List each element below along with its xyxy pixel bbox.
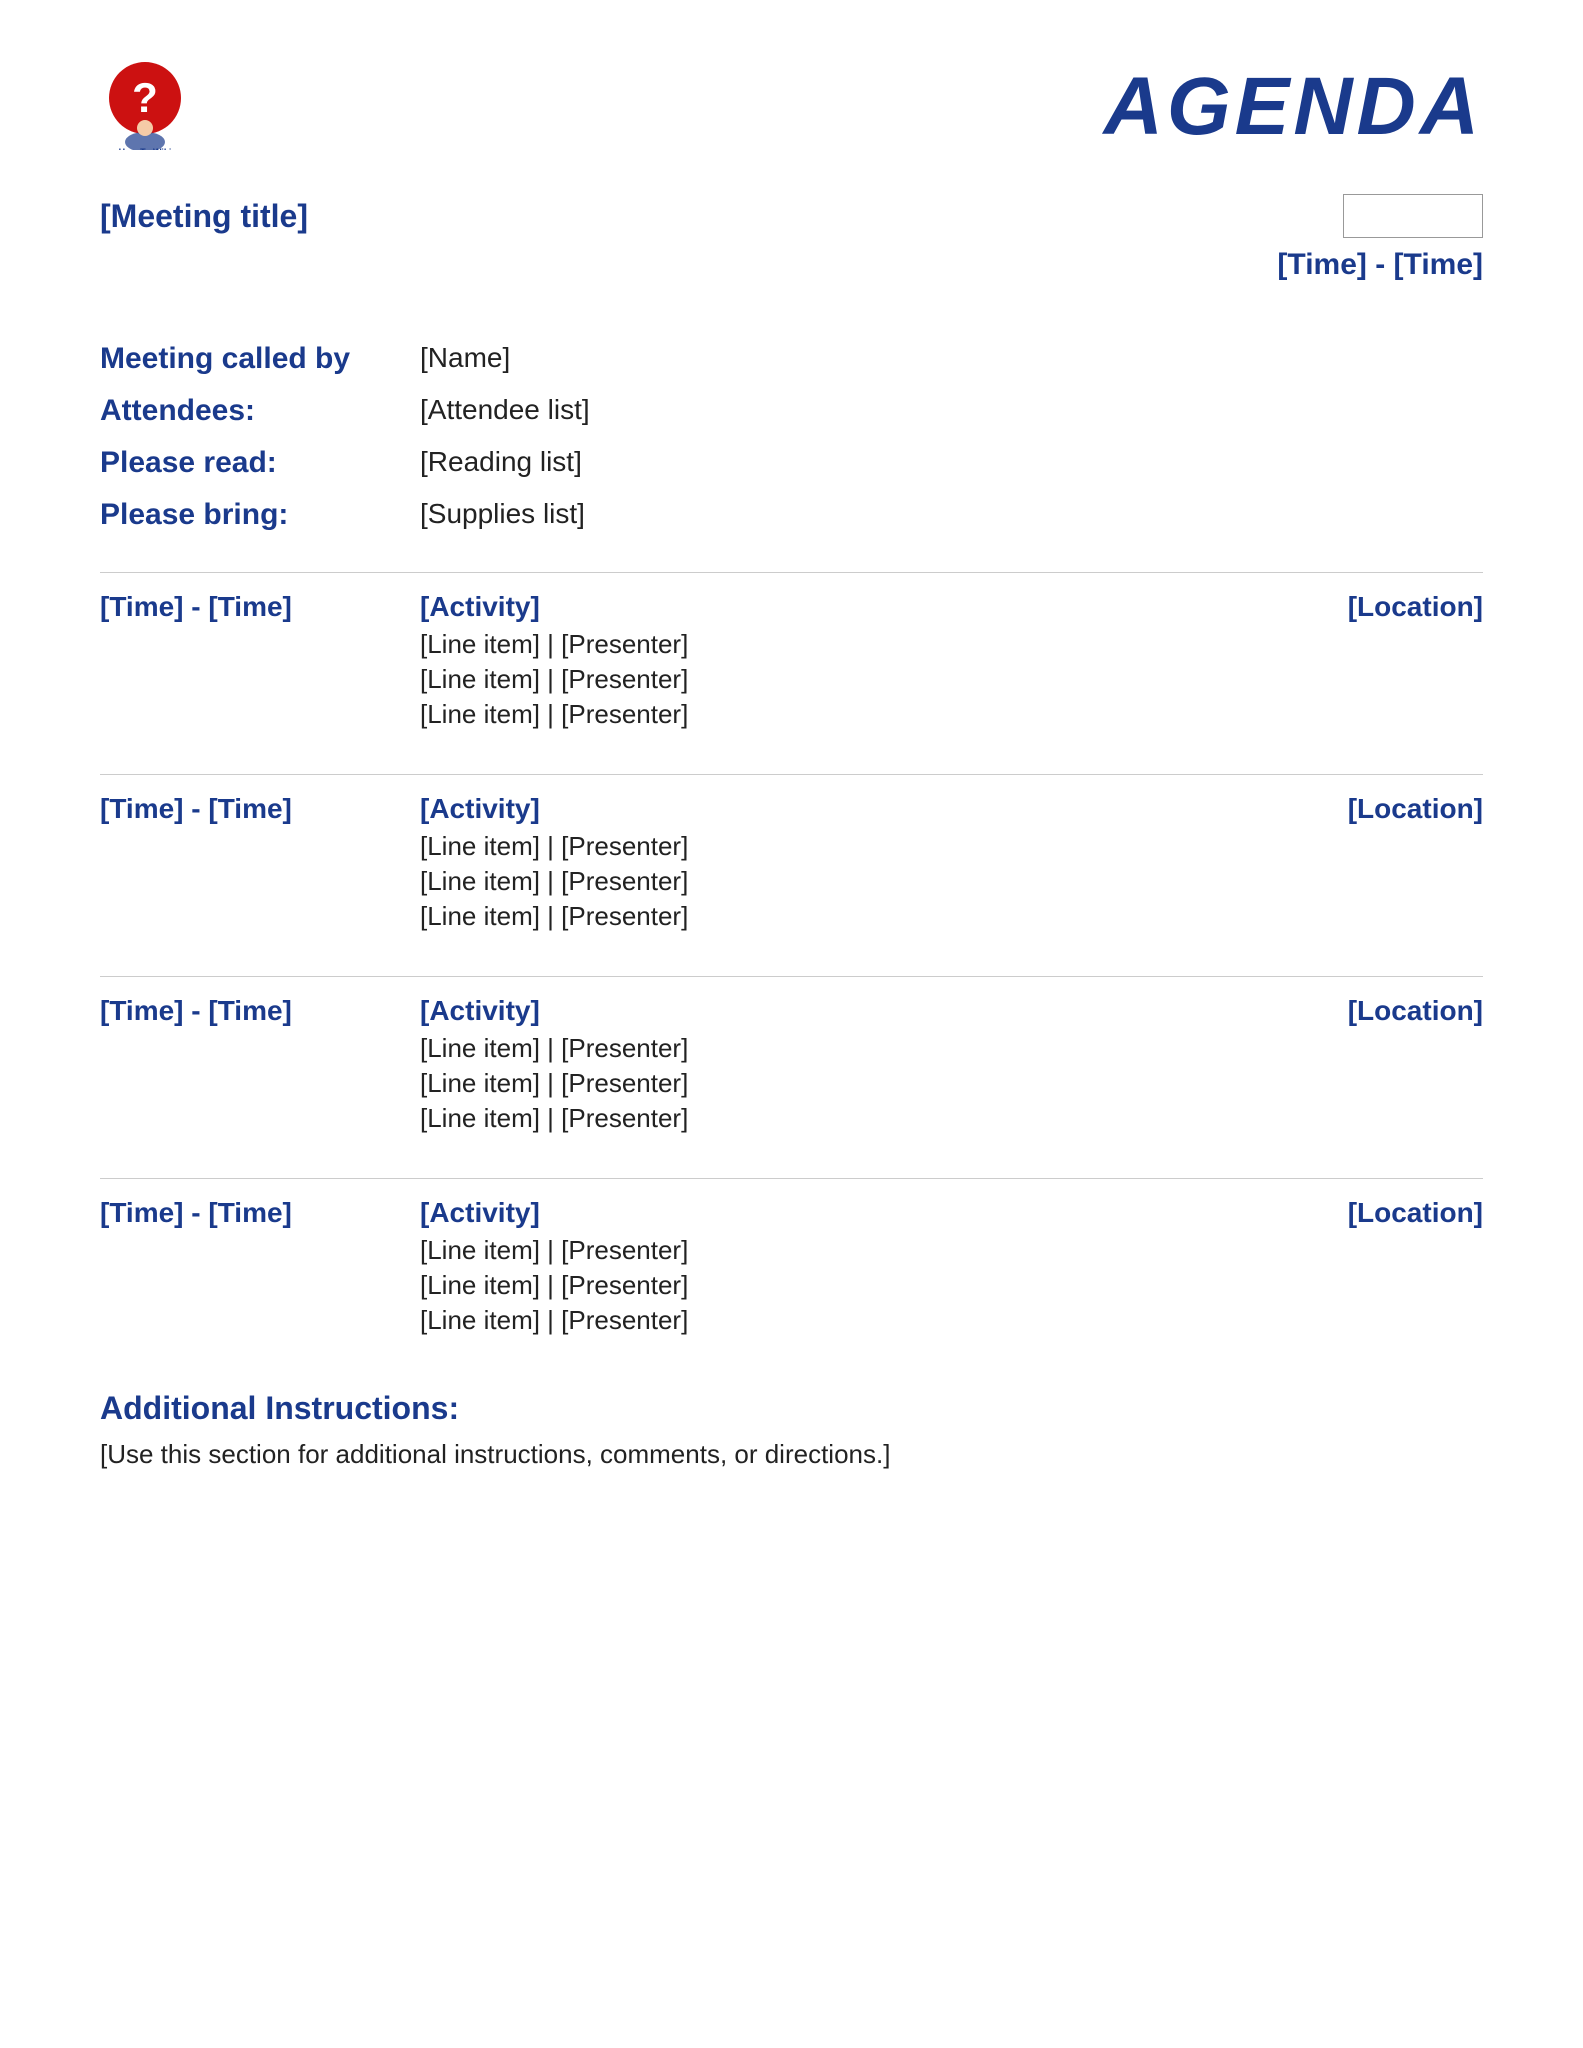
please-read-value: [Reading list] — [420, 446, 582, 478]
schedule-activity: [Activity] — [420, 995, 1223, 1027]
meeting-title-row: [Meeting title] — [100, 194, 1483, 238]
additional-instructions-section: Additional Instructions: [Use this secti… — [100, 1390, 1483, 1470]
attendees-row: Attendees: [Attendee list] — [100, 394, 1483, 428]
schedule-line-item: [Line item] | [Presenter] — [420, 1270, 1223, 1301]
schedule-line-item: [Line item] | [Presenter] — [420, 1235, 1223, 1266]
schedule-middle: [Activity] [Line item] | [Presenter] [Line… — [420, 995, 1223, 1138]
schedule-line-item: [Line item] | [Presenter] — [420, 901, 1223, 932]
schedule-location: [Location] — [1223, 591, 1483, 623]
svg-text:How To Wiki: How To Wiki — [119, 147, 172, 150]
meeting-called-by-label: Meeting called by — [100, 342, 420, 376]
additional-instructions-text: [Use this section for additional instruc… — [100, 1439, 1483, 1470]
please-read-label: Please read: — [100, 446, 420, 480]
schedule-location: [Location] — [1223, 995, 1483, 1027]
logo-area: ? How To Wiki — [100, 60, 190, 150]
please-bring-label: Please bring: — [100, 498, 420, 532]
schedule-middle: [Activity] [Line item] | [Presenter] [Line… — [420, 591, 1223, 734]
please-bring-value: [Supplies list] — [420, 498, 585, 530]
schedule-line-item: [Line item] | [Presenter] — [420, 1033, 1223, 1064]
schedule-section: [Time] - [Time][Activity][Line item] | [… — [100, 572, 1483, 1340]
time-range-header-row: [Time] - [Time] — [100, 248, 1483, 282]
schedule-middle: [Activity] [Line item] | [Presenter] [Line… — [420, 1197, 1223, 1340]
schedule-line-item: [Line item] | [Presenter] — [420, 1103, 1223, 1134]
meeting-title-label: [Meeting title] — [100, 198, 308, 235]
header: ? How To Wiki AGENDA — [100, 60, 1483, 154]
please-read-row: Please read: [Reading list] — [100, 446, 1483, 480]
schedule-activity: [Activity] — [420, 793, 1223, 825]
agenda-title: AGENDA — [1104, 60, 1483, 154]
svg-text:?: ? — [132, 74, 158, 121]
attendees-label: Attendees: — [100, 394, 420, 428]
schedule-line-item: [Line item] | [Presenter] — [420, 1068, 1223, 1099]
schedule-line-item: [Line item] | [Presenter] — [420, 866, 1223, 897]
time-range-header: [Time] - [Time] — [1277, 248, 1483, 282]
attendees-value: [Attendee list] — [420, 394, 590, 426]
schedule-time: [Time] - [Time] — [100, 1197, 420, 1229]
info-section: Meeting called by [Name] Attendees: [Att… — [100, 342, 1483, 532]
schedule-row: [Time] - [Time][Activity] [Line item] | [… — [100, 572, 1483, 734]
schedule-row: [Time] - [Time][Activity] [Line item] | [… — [100, 774, 1483, 936]
schedule-time: [Time] - [Time] — [100, 995, 420, 1027]
schedule-row: [Time] - [Time][Activity] [Line item] | [… — [100, 976, 1483, 1138]
meeting-called-by-value: [Name] — [420, 342, 510, 374]
date-input-box[interactable] — [1343, 194, 1483, 238]
please-bring-row: Please bring: [Supplies list] — [100, 498, 1483, 532]
schedule-time: [Time] - [Time] — [100, 591, 420, 623]
schedule-line-item: [Line item] | [Presenter] — [420, 664, 1223, 695]
schedule-activity: [Activity] — [420, 1197, 1223, 1229]
additional-instructions-title: Additional Instructions: — [100, 1390, 1483, 1427]
howtowiki-logo-icon: ? How To Wiki — [100, 60, 190, 150]
schedule-row: [Time] - [Time][Activity] [Line item] | [… — [100, 1178, 1483, 1340]
schedule-line-item: [Line item] | [Presenter] — [420, 629, 1223, 660]
schedule-line-item: [Line item] | [Presenter] — [420, 1305, 1223, 1336]
schedule-middle: [Activity] [Line item] | [Presenter] [Line… — [420, 793, 1223, 936]
schedule-activity: [Activity] — [420, 591, 1223, 623]
schedule-line-item: [Line item] | [Presenter] — [420, 699, 1223, 730]
schedule-line-item: [Line item] | [Presenter] — [420, 831, 1223, 862]
meeting-called-by-row: Meeting called by [Name] — [100, 342, 1483, 376]
schedule-location: [Location] — [1223, 793, 1483, 825]
schedule-time: [Time] - [Time] — [100, 793, 420, 825]
schedule-location: [Location] — [1223, 1197, 1483, 1229]
